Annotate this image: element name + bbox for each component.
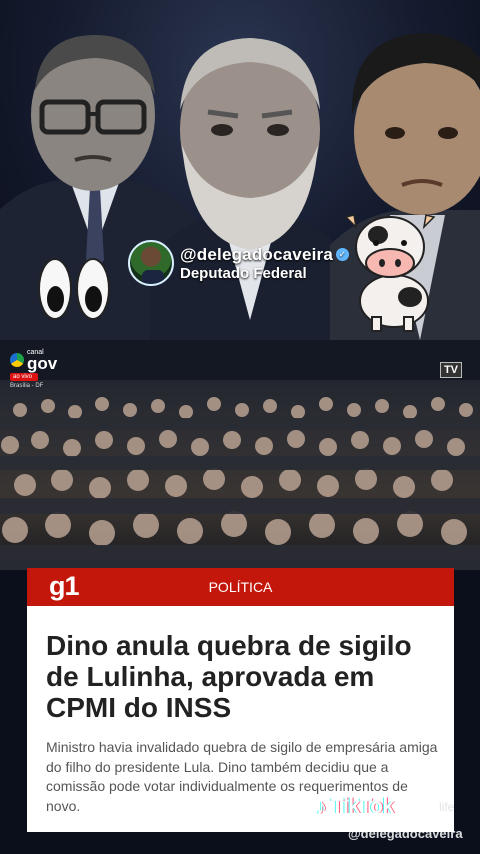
watermark-handle: @delegadocaveira (348, 826, 463, 841)
creator-avatar[interactable] (128, 240, 174, 286)
news-headline: Dino anula quebra de sigilo de Lulinha, … (46, 630, 412, 723)
canal-gov-logo: canal gov ao vivo Brasília - DF (10, 349, 58, 389)
crowd-illustration (0, 340, 480, 570)
tiktok-watermark: ♪ TikTok (316, 794, 394, 820)
cow-sticker-icon (344, 214, 436, 332)
tv-channel-badge: TV (439, 362, 462, 378)
creator-tag[interactable]: @delegadocaveira ✓ Deputado Federal (128, 240, 350, 286)
news-card[interactable]: g1 POLÍTICA Dino anula quebra de sigilo … (27, 568, 454, 832)
portrait-banner: @delegadocaveira ✓ Deputado Federal (0, 0, 480, 340)
crowd-video-frame: canal gov ao vivo Brasília - DF TV (0, 340, 480, 570)
eye-left-icon (38, 258, 72, 320)
live-badge: ao vivo (10, 373, 38, 381)
tiktok-wordmark: TikTok (331, 795, 394, 818)
person-center-portrait (150, 38, 350, 340)
creator-title: Deputado Federal (180, 264, 307, 282)
creator-handle[interactable]: @delegadocaveira (180, 245, 333, 265)
tiktok-note-icon: ♪ (316, 794, 327, 819)
watermark-extra: life (439, 800, 455, 814)
eyes-emoji (38, 258, 110, 320)
eye-right-icon (76, 258, 110, 320)
broadcast-location: Brasília - DF (10, 383, 44, 389)
news-card-header: g1 POLÍTICA (27, 568, 454, 606)
news-section: POLÍTICA (208, 579, 273, 595)
gov-flag-icon (10, 353, 24, 367)
